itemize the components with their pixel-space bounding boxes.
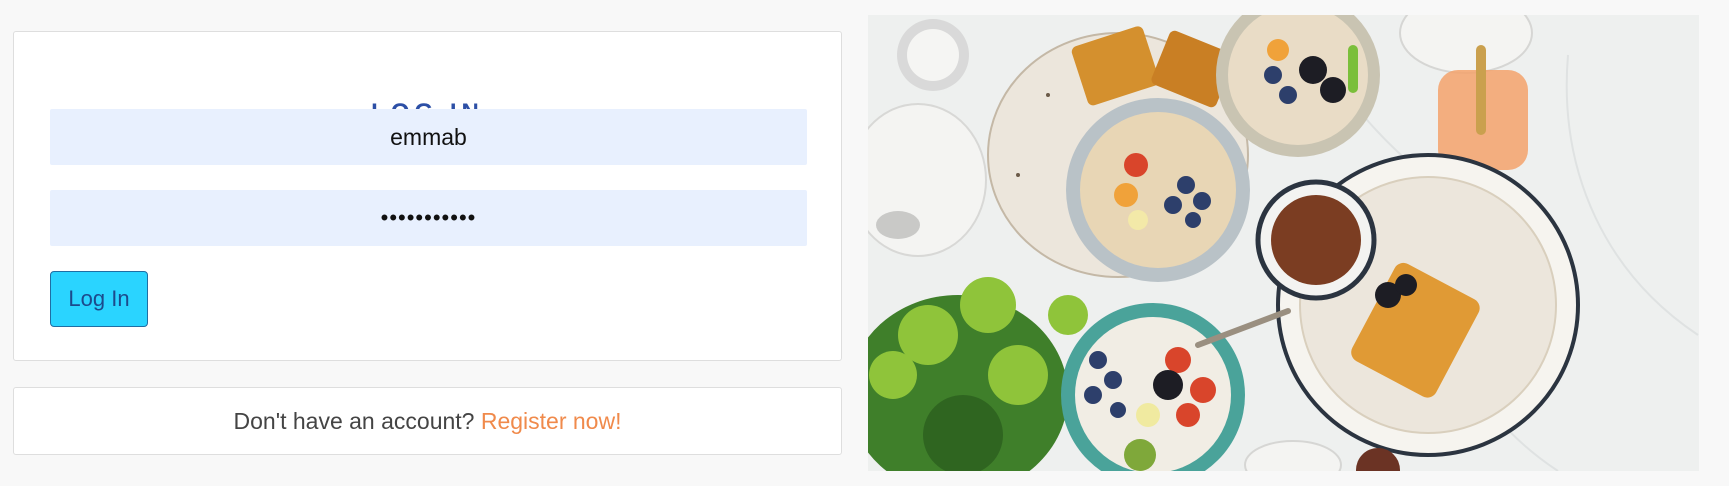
register-prompt: Don't have an account? [233, 408, 475, 434]
login-page: LOG IN Log In Don't have an account? Reg… [0, 0, 1729, 486]
username-input[interactable] [50, 109, 807, 165]
login-form: LOG IN Log In [13, 31, 842, 361]
register-link[interactable]: Register now! [481, 408, 622, 434]
password-input[interactable] [50, 190, 807, 246]
register-panel: Don't have an account? Register now! [13, 387, 842, 455]
login-button[interactable]: Log In [50, 271, 148, 327]
breakfast-photo [868, 15, 1699, 471]
